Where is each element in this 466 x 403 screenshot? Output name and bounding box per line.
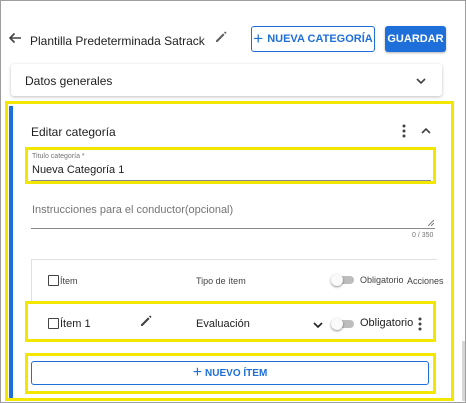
back-arrow-icon[interactable]	[7, 30, 23, 46]
column-header-item: Ítem	[60, 276, 78, 286]
edit-category-panel	[9, 106, 449, 398]
toggle-knob	[331, 318, 343, 330]
plus-icon: +	[192, 363, 203, 381]
save-button[interactable]: GUARDAR	[385, 26, 446, 52]
chevron-up-icon[interactable]	[420, 125, 432, 137]
edit-category-title: Editar categoría	[31, 125, 116, 139]
column-header-actions: Acciones	[407, 276, 444, 286]
more-vertical-icon[interactable]	[401, 124, 407, 138]
char-counter: 0 / 350	[412, 232, 434, 239]
category-title-underline	[31, 180, 431, 181]
required-toggle[interactable]	[331, 318, 355, 330]
toggle-knob	[331, 274, 343, 286]
column-header-required: Obligatorio	[360, 275, 404, 285]
required-toggle-header[interactable]	[331, 274, 355, 286]
select-all-checkbox[interactable]	[48, 275, 59, 286]
general-data-panel[interactable]: Datos generales	[11, 64, 442, 96]
edit-title-pencil-icon[interactable]	[213, 29, 229, 45]
category-title-input[interactable]: Nueva Categoría 1	[32, 164, 124, 176]
item-type-select[interactable]: Evaluación	[196, 318, 250, 330]
category-title-label: Titulo categoría *	[32, 153, 85, 160]
header-bar: Plantilla Predeterminada Satrack + NUEVA…	[1, 1, 465, 63]
row-item-name: Ítem 1	[60, 318, 91, 330]
chevron-down-icon[interactable]	[415, 75, 427, 87]
app-window: Plantilla Predeterminada Satrack + NUEVA…	[0, 0, 466, 403]
row-checkbox[interactable]	[48, 318, 59, 329]
plus-icon: +	[253, 29, 264, 48]
new-item-label: NUEVO ÍTEM	[205, 367, 268, 379]
page-title: Plantilla Predeterminada Satrack	[30, 34, 205, 48]
new-item-button[interactable]: + NUEVO ÍTEM	[31, 361, 429, 385]
column-header-type: Tipo de ítem	[196, 276, 246, 286]
required-label: Obligatorio	[360, 317, 414, 329]
more-vertical-icon[interactable]	[417, 317, 423, 331]
driver-instructions-input[interactable]: Instrucciones para el conductor(opcional…	[32, 204, 233, 216]
driver-instructions-underline	[31, 228, 435, 229]
resize-handle-icon[interactable]	[427, 219, 434, 226]
general-data-label: Datos generales	[25, 74, 113, 88]
new-category-button[interactable]: + NUEVA CATEGORÍA	[251, 26, 375, 52]
scrollbar[interactable]	[462, 341, 465, 401]
edit-item-pencil-icon[interactable]	[138, 313, 154, 329]
new-category-label: NUEVA CATEGORÍA	[267, 33, 373, 45]
chevron-down-icon[interactable]	[312, 319, 324, 331]
